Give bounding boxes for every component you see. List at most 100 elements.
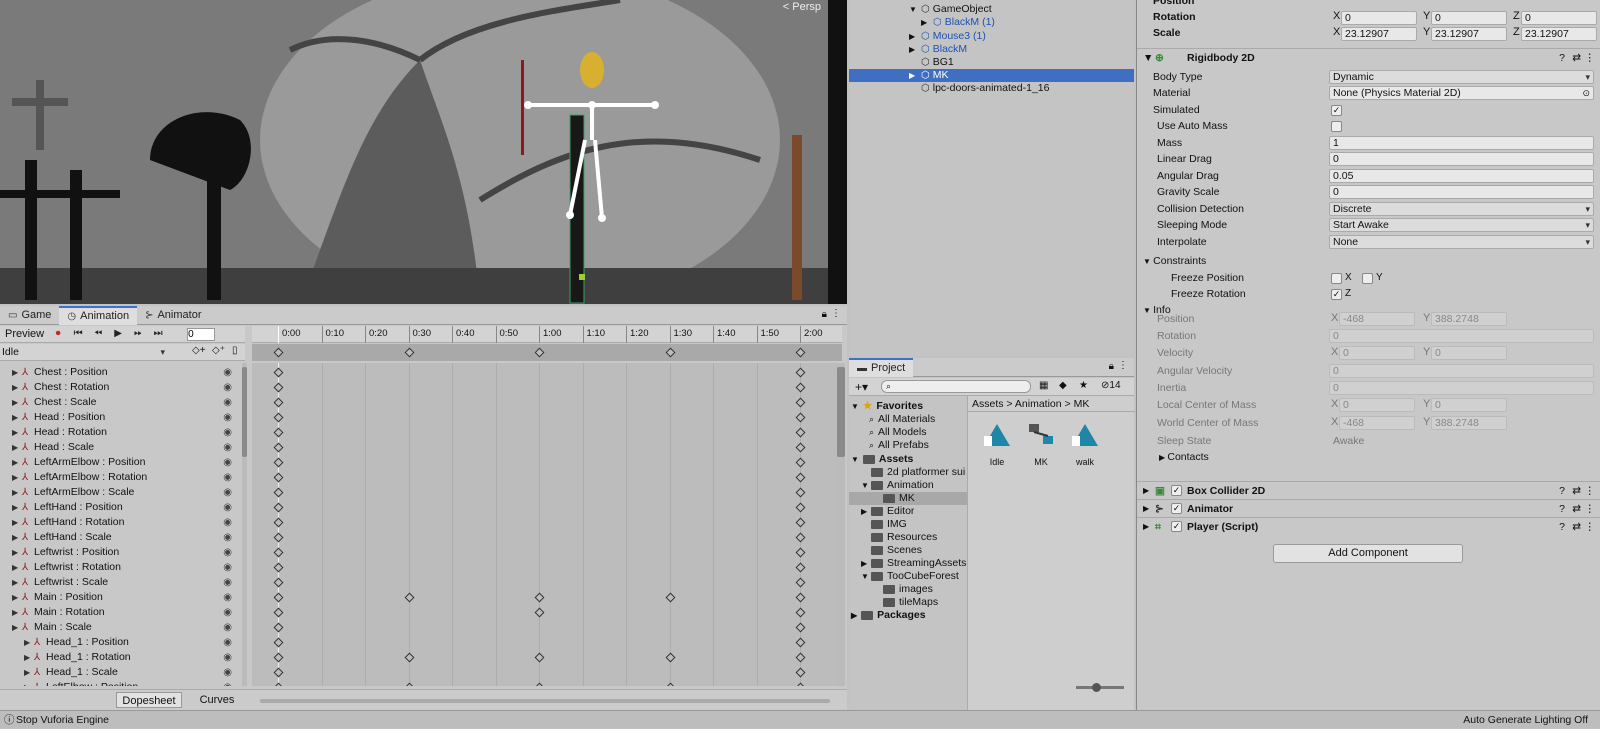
property-row[interactable]: ▶ ⅄ Main : Position ◉ — [0, 590, 240, 605]
transform-scl-x[interactable]: 23.12907 — [1341, 27, 1417, 41]
project-folder[interactable]: images — [849, 583, 967, 596]
foldout-icon[interactable]: ▼ — [1143, 49, 1153, 67]
property-row[interactable]: ▶ ⅄ LeftHand : Position ◉ — [0, 500, 240, 515]
project-folder[interactable]: IMG — [849, 518, 967, 531]
foldout-arrow-icon[interactable]: ▶ — [909, 30, 918, 43]
transform-scl-z[interactable]: 23.12907 — [1521, 27, 1597, 41]
visibility-icon[interactable]: ◉ — [223, 365, 232, 380]
keyframe[interactable] — [795, 532, 806, 543]
keyframe[interactable] — [273, 472, 284, 483]
property-row[interactable]: ▶ ⅄ Head_1 : Position ◉ — [0, 635, 240, 650]
lock-icon[interactable]: 🔒︎ — [1109, 361, 1114, 372]
property-row[interactable]: ▶ ⅄ Head : Position ◉ — [0, 410, 240, 425]
property-row[interactable]: ▶ ⅄ Head_1 : Rotation ◉ — [0, 650, 240, 665]
foldout-arrow-icon[interactable]: ▼ — [861, 479, 869, 492]
keyframe[interactable] — [273, 667, 284, 678]
keyframe[interactable] — [795, 472, 806, 483]
foldout-arrow-icon[interactable]: ▶ — [861, 557, 867, 570]
foldout-arrow-icon[interactable]: ▶ — [851, 609, 857, 622]
more-icon[interactable]: ⋮ — [1585, 49, 1596, 67]
preset-icon[interactable]: ⇄ — [1572, 500, 1581, 518]
crumb-mk[interactable]: MK — [1074, 398, 1090, 410]
hierarchy-item[interactable]: ⬡ BG1 — [909, 56, 954, 69]
project-folder[interactable]: Resources — [849, 531, 967, 544]
foldout-arrow-icon[interactable]: ▶ — [12, 425, 22, 440]
foldout-arrow-icon[interactable]: ▶ — [12, 455, 22, 470]
help-icon[interactable]: ? — [1559, 500, 1565, 518]
foldout-arrow-icon[interactable]: ▶ — [12, 545, 22, 560]
keyframe[interactable] — [273, 487, 284, 498]
foldout-arrow-icon[interactable]: ▶ — [24, 635, 34, 650]
timeline-ruler[interactable]: 0:00 0:10 0:20 0:30 0:40 0:50 1:00 1:10 1:20 1:30… — [252, 326, 842, 343]
property-row[interactable]: ▶ ⅄ Head : Rotation ◉ — [0, 425, 240, 440]
add-event-icon[interactable]: ◇⁺ — [212, 345, 225, 356]
keyframe[interactable] — [795, 397, 806, 408]
visibility-icon[interactable]: ◉ — [223, 440, 232, 455]
transform-scl-y[interactable]: 23.12907 — [1431, 27, 1507, 41]
keyframe[interactable] — [795, 502, 806, 513]
visibility-icon[interactable]: ◉ — [223, 665, 232, 680]
visibility-icon[interactable]: ◉ — [223, 560, 232, 575]
foldout-arrow-icon[interactable]: ▶ — [861, 505, 867, 518]
hierarchy-item[interactable]: ⬡ lpc-doors-animated-1_16 — [909, 82, 1049, 95]
status-message[interactable]: Stop Vuforia Engine — [16, 711, 109, 729]
keyframe[interactable] — [795, 442, 806, 453]
summary-keyframe[interactable] — [665, 347, 675, 358]
more-icon[interactable]: ⋮ — [1585, 518, 1596, 536]
summary-keyframe[interactable] — [534, 347, 545, 358]
help-icon[interactable]: ? — [1559, 49, 1565, 67]
more-icon[interactable]: ⋮ — [1585, 500, 1596, 518]
foldout-arrow-icon[interactable]: ▼ — [1143, 306, 1153, 315]
filter-type-icon[interactable]: ▦ — [1039, 380, 1048, 391]
foldout-arrow-icon[interactable]: ▶ — [12, 470, 22, 485]
foldout-arrow-icon[interactable]: ▼ — [861, 570, 869, 583]
packages-header[interactable]: ▶ Packages — [851, 609, 926, 622]
rb-checkbox[interactable]: ✓ — [1331, 105, 1342, 116]
project-folder[interactable]: MK — [849, 492, 967, 505]
foldout-arrow-icon[interactable]: ▶ — [24, 650, 34, 665]
foldout-arrow-icon[interactable]: ▶ — [12, 380, 22, 395]
visibility-icon[interactable]: ◉ — [223, 575, 232, 590]
visibility-icon[interactable]: ◉ — [223, 380, 232, 395]
keyframe[interactable] — [665, 682, 675, 686]
more-icon[interactable]: ⋮ — [1118, 360, 1128, 371]
asset-walk[interactable]: walk — [1068, 422, 1102, 467]
visibility-icon[interactable]: ◉ — [223, 470, 232, 485]
property-row[interactable]: ▶ ⅄ Leftwrist : Rotation ◉ — [0, 560, 240, 575]
foldout-arrow-icon[interactable]: ▶ — [12, 605, 22, 620]
keyframe[interactable] — [795, 592, 806, 603]
visibility-icon[interactable]: ◉ — [223, 425, 232, 440]
play-icon[interactable]: ▶ — [109, 326, 127, 342]
property-row[interactable]: ▶ ⅄ Chest : Scale ◉ — [0, 395, 240, 410]
keyframe[interactable] — [534, 682, 545, 686]
property-row[interactable]: ▶ ⅄ Main : Scale ◉ — [0, 620, 240, 635]
asset-mk[interactable]: MK — [1024, 422, 1058, 467]
visibility-icon[interactable]: ◉ — [223, 635, 232, 650]
visibility-icon[interactable]: ◉ — [223, 680, 232, 686]
label-icon[interactable]: ◆ — [1059, 380, 1067, 391]
foldout-arrow-icon[interactable]: ▶ — [12, 395, 22, 410]
add-keyframe-icon[interactable]: ◇+ — [192, 345, 206, 356]
star-icon[interactable]: ★ — [1079, 380, 1088, 391]
foldout-arrow-icon[interactable]: ▶ — [12, 530, 22, 545]
rb-field[interactable]: Start Awake — [1329, 218, 1594, 232]
scene-view[interactable]: < Persp — [0, 0, 847, 304]
keyframe[interactable] — [404, 592, 414, 603]
next-key-icon[interactable]: ⏩︎ — [129, 326, 147, 342]
foldout-arrow-icon[interactable]: ▶ — [24, 680, 34, 686]
keyframe[interactable] — [273, 502, 284, 513]
favorite-item[interactable]: ⌕ All Models — [869, 426, 926, 439]
property-row[interactable]: ▶ ⅄ LeftHand : Scale ◉ — [0, 530, 240, 545]
summary-keyframe[interactable] — [273, 347, 284, 358]
hierarchy-item[interactable]: ▶ ⬡ Mouse3 (1) — [909, 30, 986, 43]
keyframe[interactable] — [273, 532, 284, 543]
icon-size-slider[interactable] — [1076, 683, 1124, 692]
keyframe[interactable] — [273, 577, 284, 588]
project-folder[interactable]: ▼ TooCubeForest — [849, 570, 967, 583]
tab-project[interactable]: ▬ Project — [849, 357, 914, 377]
hidden-count[interactable]: ⊘14 — [1101, 380, 1121, 391]
project-folder[interactable]: ▶ StreamingAssets — [849, 557, 967, 570]
visibility-icon[interactable]: ◉ — [223, 620, 232, 635]
object-picker-icon[interactable]: ⊙ — [1582, 87, 1590, 99]
more-icon[interactable]: ⋮ — [1585, 482, 1596, 500]
